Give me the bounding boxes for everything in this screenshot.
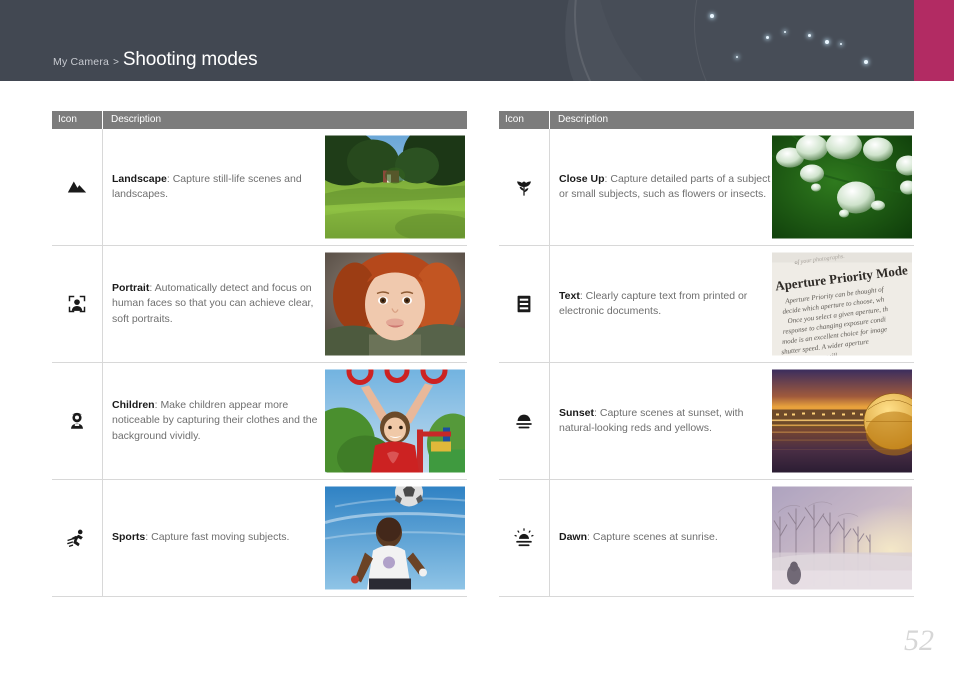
landscape-park-photo xyxy=(325,135,465,239)
sparkle-icon xyxy=(736,56,738,58)
mode-description-text: Text: Clearly capture text from printed … xyxy=(559,289,771,320)
dawn-sunrise-icon xyxy=(514,528,534,547)
mode-description-text: Children: Make children appear more noti… xyxy=(112,398,324,445)
mode-description: Capture fast moving subjects. xyxy=(151,531,290,544)
text-book-page-photo: of your photographs. Aperture Priority M… xyxy=(772,252,912,356)
landscape-mountain-icon xyxy=(67,181,87,193)
mode-description-cell: Close Up: Capture detailed parts of a su… xyxy=(550,129,914,245)
mode-name: Dawn xyxy=(559,531,588,544)
mode-description-cell: Children: Make children appear more noti… xyxy=(103,363,467,479)
mode-description-cell: Portrait: Automatically detect and focus… xyxy=(103,246,467,362)
mode-name: Text xyxy=(559,289,580,302)
closeup-waterdrops-photo xyxy=(772,135,912,239)
sunset-building-photo xyxy=(772,369,912,473)
mode-icon-cell xyxy=(52,363,103,479)
page-header: My Camera > Shooting modes xyxy=(0,0,954,81)
sports-soccer-photo xyxy=(325,486,465,590)
mode-description-cell: Dawn: Capture scenes at sunrise. xyxy=(550,480,914,596)
breadcrumb-parent[interactable]: My Camera xyxy=(53,56,109,68)
portrait-face-frame-icon xyxy=(68,295,86,313)
sparkle-icon xyxy=(808,34,811,37)
table-row: Text: Clearly capture text from printed … xyxy=(499,246,914,363)
mode-description-text: Portrait: Automatically detect and focus… xyxy=(112,281,324,328)
portrait-child-photo xyxy=(325,252,465,356)
mode-icon-cell xyxy=(52,129,103,245)
mode-icon-cell xyxy=(499,363,550,479)
sparkle-icon xyxy=(840,43,842,45)
breadcrumb-separator: > xyxy=(113,57,119,68)
mode-description-cell: Landscape: Capture still-life scenes and… xyxy=(103,129,467,245)
sparkle-icon xyxy=(784,31,786,33)
mode-description-text: Sports: Capture fast moving subjects. xyxy=(112,530,324,546)
mode-description: Clearly capture text from printed or ele… xyxy=(559,289,748,318)
children-playground-photo xyxy=(325,369,465,473)
sparkle-icon xyxy=(864,60,868,64)
table-row: Dawn: Capture scenes at sunrise. xyxy=(499,480,914,597)
shooting-modes-table-left: Icon Description Landscape: Capture stil… xyxy=(52,111,467,597)
sparkle-icon xyxy=(766,36,769,39)
table-row: Portrait: Automatically detect and focus… xyxy=(52,246,467,363)
mode-name: Landscape xyxy=(112,172,167,185)
header-accent-block xyxy=(914,0,954,81)
table-row: Sports: Capture fast moving subjects. xyxy=(52,480,467,597)
table-row: Close Up: Capture detailed parts of a su… xyxy=(499,129,914,246)
sparkle-icon xyxy=(710,14,714,18)
table-row: Landscape: Capture still-life scenes and… xyxy=(52,129,467,246)
table-row: Sunset: Capture scenes at sunset, with n… xyxy=(499,363,914,480)
mode-name: Sports xyxy=(112,531,146,544)
column-header-description: Description xyxy=(558,114,609,125)
mode-description-text: Close Up: Capture detailed parts of a su… xyxy=(559,172,771,203)
mode-icon-cell xyxy=(52,246,103,362)
text-document-icon xyxy=(517,295,531,313)
column-header-icon: Icon xyxy=(499,111,550,129)
mode-description-text: Dawn: Capture scenes at sunrise. xyxy=(559,530,771,546)
mode-icon-cell xyxy=(499,246,550,362)
mode-icon-cell xyxy=(499,129,550,245)
dawn-misty-road-photo xyxy=(772,486,912,590)
children-child-icon xyxy=(71,412,83,429)
column-header-icon: Icon xyxy=(52,111,103,129)
mode-description: Capture scenes at sunrise. xyxy=(592,531,718,544)
page-number: 52 xyxy=(904,624,934,657)
sparkle-icon xyxy=(825,40,829,44)
mode-icon-cell xyxy=(52,480,103,596)
mode-name: Portrait xyxy=(112,281,150,294)
page-title: Shooting modes xyxy=(122,49,258,70)
mode-name: Children xyxy=(112,398,155,411)
mode-description-text: Sunset: Capture scenes at sunset, with n… xyxy=(559,406,771,437)
mode-icon-cell xyxy=(499,480,550,596)
mode-description-cell: Text: Clearly capture text from printed … xyxy=(550,246,914,362)
mode-name: Sunset xyxy=(559,406,595,419)
sports-runner-icon xyxy=(67,529,83,548)
sunset-icon xyxy=(516,414,532,429)
breadcrumb: My Camera > Shooting modes xyxy=(53,49,258,71)
mode-description-text: Landscape: Capture still-life scenes and… xyxy=(112,172,324,203)
column-header-description: Description xyxy=(111,114,162,125)
table-row: Children: Make children appear more noti… xyxy=(52,363,467,480)
table-header-row: Icon Description xyxy=(499,111,914,129)
mode-name: Close Up xyxy=(559,172,605,185)
mode-description-cell: Sunset: Capture scenes at sunset, with n… xyxy=(550,363,914,479)
close-up-flower-icon xyxy=(517,181,531,196)
shooting-modes-table-right: Icon Description Close Up: Capture detai… xyxy=(499,111,914,597)
mode-description-cell: Sports: Capture fast moving subjects. xyxy=(103,480,467,596)
table-header-row: Icon Description xyxy=(52,111,467,129)
